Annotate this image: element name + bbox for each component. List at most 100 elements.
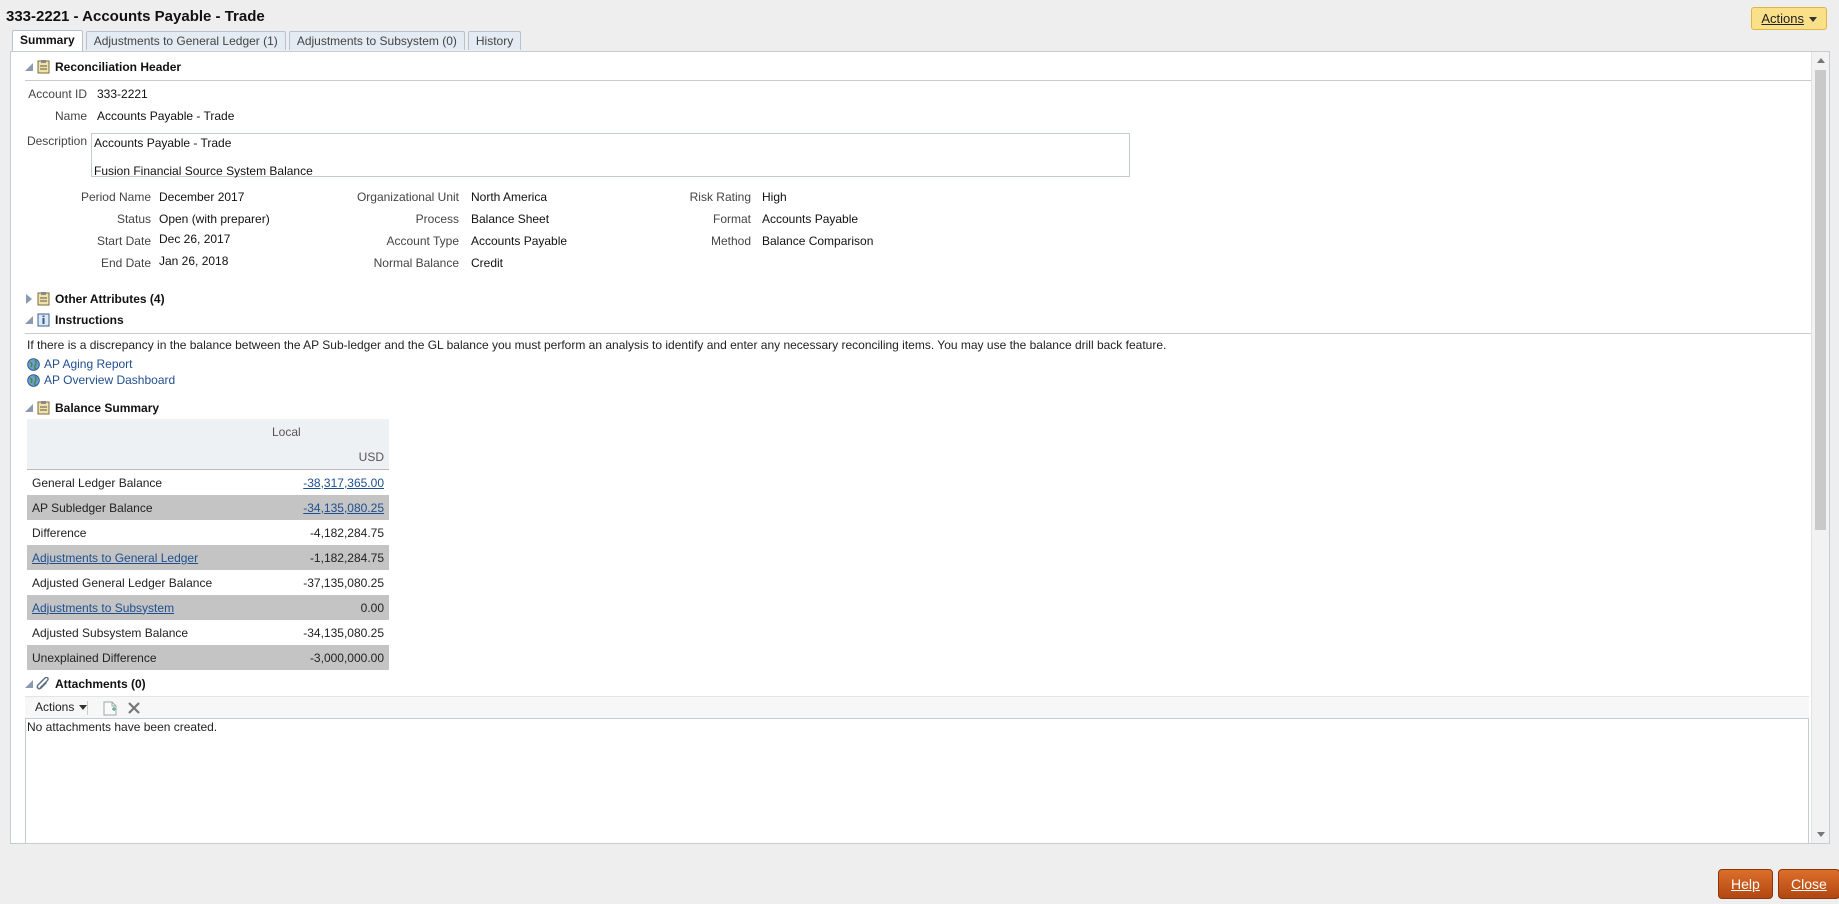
- balance-summary-section[interactable]: Balance Summary: [25, 401, 159, 415]
- attachments-actions-menu[interactable]: Actions: [35, 700, 88, 714]
- row-value: -4,182,284.75: [309, 525, 384, 540]
- description-field[interactable]: Accounts Payable - Trade Fusion Financia…: [91, 133, 1130, 178]
- period-name-label: Period Name: [80, 190, 151, 204]
- description-label: Description: [26, 134, 87, 148]
- section-title: Balance Summary: [55, 401, 160, 415]
- ap-subledger-balance-link[interactable]: -34,135,080.25: [303, 501, 384, 515]
- collapse-icon[interactable]: [25, 680, 33, 688]
- add-attachment-icon[interactable]: [103, 701, 117, 716]
- table-row: Adjusted General Ledger Balance -37,135,…: [27, 570, 389, 595]
- table-row: Adjustments to General Ledger -1,182,284…: [27, 545, 389, 570]
- row-value: -1,182,284.75: [267, 545, 389, 570]
- account-id-value: 333-2221: [97, 87, 148, 101]
- clipboard-icon: [37, 60, 50, 74]
- normal-balance-label: Normal Balance: [373, 256, 459, 270]
- section-title: Instructions: [55, 313, 124, 327]
- table-row: Adjusted Subsystem Balance -34,135,080.2…: [27, 620, 389, 645]
- row-value: 0.00: [267, 595, 389, 620]
- chevron-down-icon: [1809, 17, 1817, 23]
- tab-adjustments-subsystem[interactable]: Adjustments to Subsystem (0): [288, 31, 465, 50]
- scroll-up-icon[interactable]: [1817, 58, 1825, 63]
- section-title: Other Attributes (4): [55, 292, 165, 306]
- tab-history[interactable]: History: [467, 31, 522, 50]
- page-title: 333-2221 - Accounts Payable - Trade: [6, 8, 265, 25]
- attachments-empty-text: No attachments have been created.: [27, 720, 218, 734]
- paperclip-icon: [36, 677, 49, 690]
- adjustments-subsystem-link[interactable]: Adjustments to Subsystem: [32, 601, 174, 615]
- link-label: AP Aging Report: [44, 357, 133, 371]
- divider: [25, 80, 1811, 81]
- org-unit-value: North America: [471, 190, 548, 204]
- ap-aging-report-link[interactable]: AP Aging Report: [27, 357, 133, 371]
- balance-summary-table: Local USD General Ledger Balance -38,317…: [27, 419, 389, 670]
- attachments-actions-label: Actions: [35, 700, 75, 714]
- period-name-value: December 2017: [159, 190, 245, 204]
- section-title: Reconciliation Header: [55, 60, 182, 74]
- row-value: -34,135,080.25: [303, 625, 384, 640]
- other-attributes-section[interactable]: Other Attributes (4): [25, 292, 165, 306]
- header-actions-button[interactable]: Actions: [1751, 7, 1827, 30]
- org-unit-label: Organizational Unit: [356, 190, 459, 204]
- row-label: Adjusted Subsystem Balance: [32, 625, 189, 640]
- method-label: Method: [710, 234, 751, 248]
- account-type-label: Account Type: [386, 234, 460, 248]
- method-value: Balance Comparison: [762, 234, 874, 248]
- description-line: Accounts Payable - Trade: [94, 136, 232, 150]
- header-actions-label: Actions: [1761, 11, 1804, 26]
- section-title: Attachments (0): [55, 677, 146, 691]
- scrollbar-thumb[interactable]: [1815, 70, 1826, 530]
- reconciliation-header-section[interactable]: Reconciliation Header: [25, 60, 181, 74]
- format-label: Format: [712, 212, 751, 226]
- instructions-text: If there is a discrepancy in the balance…: [27, 338, 1167, 352]
- column-header-local: Local: [267, 419, 389, 444]
- row-label: Adjusted General Ledger Balance: [32, 575, 213, 590]
- process-label: Process: [415, 212, 459, 226]
- row-label: General Ledger Balance: [32, 475, 163, 490]
- tab-bar: Summary Adjustments to General Ledger (1…: [12, 30, 522, 51]
- collapse-icon[interactable]: [25, 404, 33, 412]
- table-header-row: Local: [27, 419, 389, 444]
- row-label: AP Subledger Balance: [27, 495, 267, 520]
- instructions-section[interactable]: Instructions: [25, 313, 124, 327]
- help-button[interactable]: Help: [1718, 869, 1773, 899]
- table-row: AP Subledger Balance -34,135,080.25: [27, 495, 389, 520]
- start-date-label: Start Date: [96, 234, 151, 248]
- tab-summary[interactable]: Summary: [12, 30, 83, 51]
- info-icon: [37, 313, 50, 327]
- collapse-icon[interactable]: [25, 316, 33, 324]
- table-header-row: USD: [27, 444, 389, 470]
- column-header-currency: USD: [267, 444, 389, 470]
- close-button[interactable]: Close: [1778, 869, 1839, 899]
- status-label: Status: [116, 212, 151, 226]
- divider: [25, 333, 1811, 334]
- scroll-down-icon[interactable]: [1817, 832, 1825, 837]
- normal-balance-value: Credit: [471, 256, 504, 270]
- end-date-value: Jan 26, 2018: [159, 254, 229, 268]
- vertical-scrollbar[interactable]: [1811, 52, 1829, 843]
- collapse-icon[interactable]: [25, 63, 33, 71]
- general-ledger-balance-link[interactable]: -38,317,365.00: [303, 476, 384, 490]
- start-date-value: Dec 26, 2017: [159, 232, 231, 246]
- toolbar-separator: [87, 701, 88, 715]
- summary-content: Reconciliation Header Account ID 333-222…: [11, 52, 1811, 843]
- delete-icon[interactable]: [127, 701, 141, 715]
- ap-overview-dashboard-link[interactable]: AP Overview Dashboard: [27, 373, 175, 387]
- row-label: Difference: [32, 525, 87, 540]
- globe-icon: [27, 357, 40, 371]
- attachments-toolbar: Actions: [25, 696, 1809, 720]
- tab-adjustments-general-ledger[interactable]: Adjustments to General Ledger (1): [85, 31, 286, 50]
- account-id-label: Account ID: [28, 87, 87, 101]
- name-value: Accounts Payable - Trade: [97, 109, 235, 123]
- clipboard-icon: [37, 401, 50, 415]
- name-label: Name: [54, 109, 87, 123]
- expand-icon[interactable]: [26, 294, 32, 304]
- table-row: Adjustments to Subsystem 0.00: [27, 595, 389, 620]
- adjustments-general-ledger-link[interactable]: Adjustments to General Ledger: [32, 551, 198, 565]
- table-row: Difference -4,182,284.75: [27, 520, 389, 545]
- risk-rating-label: Risk Rating: [689, 190, 751, 204]
- clipboard-icon: [37, 292, 50, 306]
- attachments-section[interactable]: Attachments (0): [25, 677, 146, 691]
- row-value: -3,000,000.00: [267, 645, 389, 670]
- description-line: Fusion Financial Source System Balance: [94, 164, 313, 178]
- table-row: Unexplained Difference -3,000,000.00: [27, 645, 389, 670]
